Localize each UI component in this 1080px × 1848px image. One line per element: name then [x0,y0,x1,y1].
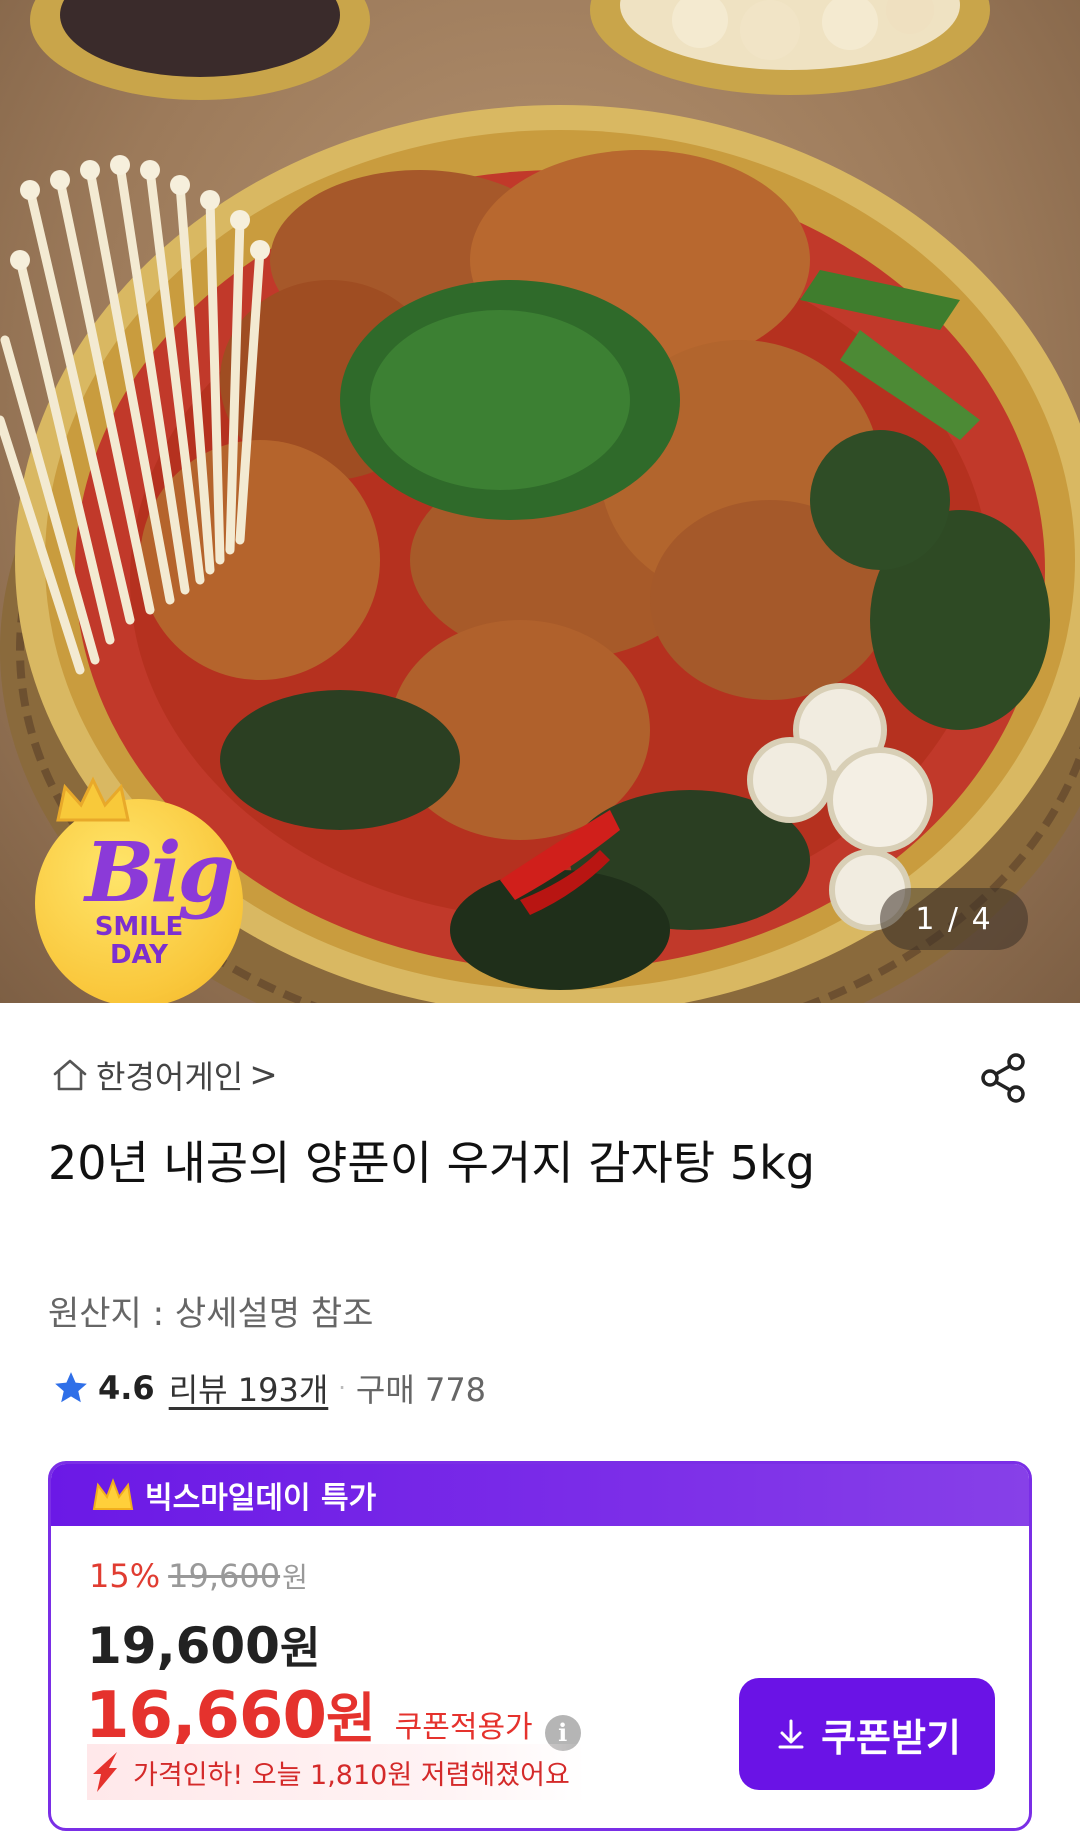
original-price: 19,600 [168,1557,281,1595]
image-counter: 1 / 4 [880,888,1028,950]
get-coupon-button[interactable]: 쿠폰받기 [739,1678,995,1790]
rating-summary: 4.6 리뷰 193개 · 구매 778 [52,1365,486,1411]
coupon-price-label: 쿠폰적용가 [394,1710,533,1745]
promo-price-box: 빅스마일데이 특가 15% 19,600 원 19,600원 16,660원 쿠… [48,1461,1032,1831]
sale-price-unit: 원 [279,1623,321,1674]
crown-icon [92,1478,134,1510]
store-link[interactable]: 한경어게인 > [50,1052,278,1098]
coupon-price-unit: 원 [325,1687,376,1750]
price-drop-arrow-icon [93,1752,117,1792]
coupon-price-row: 16,660원 쿠폰적용가 i [85,1674,581,1753]
product-origin: 원산지 : 상세설명 참조 [48,1294,374,1334]
badge-line2: DAY [109,940,169,970]
chevron-right-icon: > [249,1055,278,1095]
discount-row: 15% 19,600 원 [89,1556,308,1596]
price-drop-notice: 가격인하! 오늘 1,810원 저렴해졌어요 [87,1744,586,1800]
discount-rate: 15% [89,1557,161,1595]
share-icon[interactable] [976,1050,1032,1106]
coupon-price-value: 16,660 [85,1679,327,1753]
crown-icon [56,776,130,822]
home-icon [53,1059,87,1091]
purchase-count: 구매 778 [355,1371,487,1409]
big-smile-day-badge: Big SMILE DAY [35,775,247,1003]
promo-title: 빅스마일데이 특가 [145,1481,377,1516]
sale-price-value: 19,600 [87,1617,280,1675]
store-name: 한경어게인 [96,1058,244,1096]
original-price-unit: 원 [282,1561,308,1594]
coupon-price: 16,660원 [85,1674,376,1753]
review-count-link[interactable]: 리뷰 193개 [169,1365,329,1411]
product-title: 20년 내공의 양푼이 우거지 감자탕 5kg [48,1136,815,1190]
badge-big-text: Big [85,825,235,921]
price-drop-text: 가격인하! 오늘 1,810원 저렴해졌어요 [133,1759,570,1791]
product-image-gallery[interactable]: Big SMILE DAY 1 / 4 [0,0,1080,1003]
badge-line1: SMILE [94,912,184,942]
sale-price: 19,600원 [87,1612,320,1676]
star-icon [55,1372,87,1403]
separator-dot: · [338,1374,346,1402]
rating-value: 4.6 [98,1369,155,1407]
get-coupon-label: 쿠폰받기 [821,1715,961,1760]
badge-smile-day-text: SMILE DAY [35,913,243,969]
promo-header: 빅스마일데이 특가 [51,1464,1029,1526]
download-icon [778,1719,804,1749]
